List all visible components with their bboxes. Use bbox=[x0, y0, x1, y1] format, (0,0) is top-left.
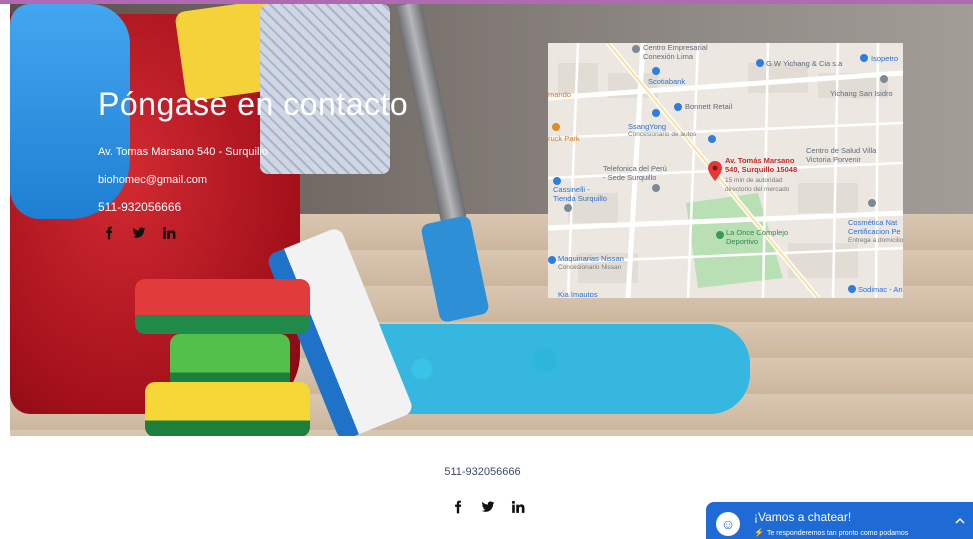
map-label-marker-sub: 15 min de autoridad directorio del mercad… bbox=[725, 177, 790, 193]
map-poi-icon bbox=[632, 45, 640, 53]
map-label-la-once: La Once Complejo Deportivo bbox=[726, 228, 789, 246]
map-label-gw-yichang: G.W Yichang & Cia s.a bbox=[766, 59, 843, 68]
location-marker-icon[interactable] bbox=[708, 161, 722, 181]
map-label-bonnett: Bonnett Retail bbox=[685, 102, 733, 111]
lightning-icon: ⚡ bbox=[754, 528, 764, 537]
map-poi-icon bbox=[552, 123, 560, 131]
bank-icon bbox=[652, 67, 660, 75]
map-poi-icon bbox=[756, 59, 764, 67]
map-poi-icon bbox=[564, 204, 572, 212]
map-label-centro-salud: Centro de Salud Villa Victoria Porvenir bbox=[806, 146, 877, 164]
map-label-cosmetica-sub: Entrega a domicilio bbox=[848, 237, 903, 244]
map-label-kia: Kia Imautos bbox=[558, 290, 598, 298]
map-poi-icon bbox=[848, 285, 856, 293]
car-dealer-icon bbox=[652, 109, 660, 117]
contact-phone[interactable]: 511-932056666 bbox=[98, 200, 181, 214]
red-sponge-image bbox=[135, 279, 310, 334]
chat-widget[interactable]: ☺ ¡Vamos a chatear! ⚡ Te responderemos ta… bbox=[706, 502, 973, 539]
shop-icon bbox=[674, 103, 682, 111]
linkedin-icon[interactable] bbox=[511, 500, 525, 514]
map-label-cosmetica: Cosmética Nat Certificacion Pe bbox=[848, 218, 901, 236]
map-label-cassinelli: Cassinelli - Tienda Surquillo bbox=[553, 185, 607, 203]
car-dealer-icon bbox=[548, 256, 556, 264]
hero-social-links bbox=[102, 226, 176, 240]
map-poi-icon bbox=[868, 199, 876, 207]
map-label-truck-park: ruck Park bbox=[548, 134, 580, 143]
map-poi-icon bbox=[860, 54, 868, 62]
map-poi-icon bbox=[708, 135, 716, 143]
map-label-centro-empresarial: Centro Empresarial Conexión Lima bbox=[643, 43, 708, 61]
footer-social-links bbox=[451, 500, 525, 514]
sports-complex-icon bbox=[716, 231, 724, 239]
map-label-ssangyong-sub: Concesionario de autos bbox=[628, 131, 697, 138]
linkedin-icon[interactable] bbox=[162, 226, 176, 240]
facebook-icon[interactable] bbox=[102, 226, 116, 240]
google-map-embed[interactable]: Centro Empresarial Conexión Lima Scotiaba… bbox=[548, 43, 903, 298]
map-poi-icon bbox=[652, 184, 660, 192]
map-label-sodimac: Sodimac - Ang bbox=[858, 285, 903, 294]
chevron-up-icon[interactable] bbox=[955, 516, 965, 526]
map-label-maquinarias: Maquinarias Nissan bbox=[558, 254, 624, 263]
facebook-icon[interactable] bbox=[451, 500, 465, 514]
chat-subtitle: ⚡ Te responderemos tan pronto como podamo… bbox=[754, 528, 909, 537]
chat-title: ¡Vamos a chatear! bbox=[754, 510, 852, 524]
map-label-mando: mando bbox=[548, 90, 571, 99]
map-poi-icon bbox=[553, 177, 561, 185]
contact-title: Póngase en contacto bbox=[98, 86, 409, 122]
footer-phone[interactable]: 511-932056666 bbox=[0, 466, 965, 478]
map-label-yichang-san-isidro: Yichang San Isidro bbox=[830, 89, 893, 98]
contact-address: Av. Tomas Marsano 540 - Surquillo bbox=[98, 146, 268, 158]
map-label-telefonica: Telefonica del Perú - Sede Surquillo bbox=[603, 164, 667, 182]
contact-email[interactable]: biohomec@gmail.com bbox=[98, 174, 207, 186]
green-sponge-image bbox=[170, 334, 290, 389]
smiley-icon: ☺ bbox=[716, 512, 740, 536]
map-label-scotiabank: Scotiabank bbox=[648, 77, 686, 86]
map-poi-icon bbox=[880, 75, 888, 83]
map-label-isopetro: Isopetro bbox=[871, 54, 899, 63]
yellow-sponge-image bbox=[145, 382, 310, 436]
twitter-icon[interactable] bbox=[132, 226, 146, 240]
map-label-marker-address: Av. Tomás Marsano 540, Surquillo 15048 bbox=[725, 156, 798, 174]
twitter-icon[interactable] bbox=[481, 500, 495, 514]
map-label-maquinarias-sub: Concesionario Nissan bbox=[558, 264, 622, 271]
